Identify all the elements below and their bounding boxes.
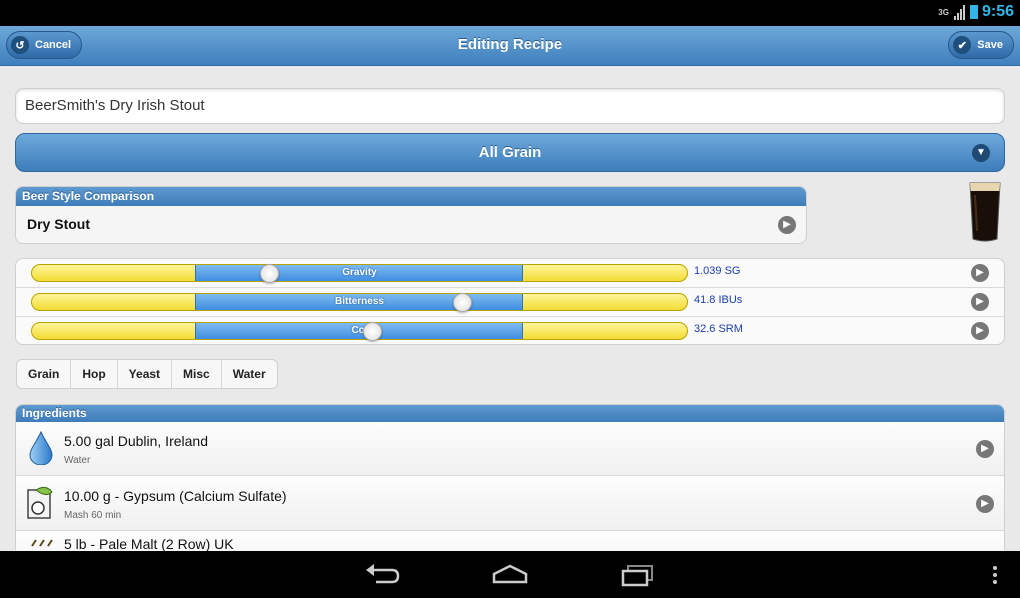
style-comparison-panel[interactable]: Beer Style Comparison Dry Stout ▶ [15,186,807,244]
water-drop-icon [29,431,53,465]
beer-glass-icon [969,182,1001,242]
tab-hop[interactable]: Hop [71,360,118,388]
ingredient-type-tabs: Grain Hop Yeast Misc Water [16,359,278,389]
stat-row-bitterness[interactable]: Bitterness 41.8 IBUs ▶ [16,288,1004,317]
overflow-menu-icon[interactable] [985,562,1005,588]
stat-label: Bitterness [335,296,384,307]
checkmark-icon: ✔ [953,36,972,54]
chevron-down-icon: ▼ [972,144,990,162]
action-bar: ↺ Cancel Editing Recipe ✔ Save [0,26,1020,66]
bitterness-marker [453,293,472,312]
ingredients-heading: Ingredients [16,405,1004,422]
recent-apps-icon[interactable] [618,562,658,588]
stat-row-color[interactable]: Col 32.6 SRM ▶ [16,317,1004,346]
status-clock: 9:56 [981,3,1014,20]
chevron-right-icon: ▶ [976,440,994,458]
battery-icon [969,5,978,19]
back-icon[interactable] [362,562,402,588]
chevron-right-icon: ▶ [976,495,994,513]
color-marker [363,322,382,341]
stat-value: 41.8 IBUs [694,294,743,306]
ingredient-detail: Mash 60 min [64,510,122,521]
ingredient-detail: Water [64,455,91,466]
stat-row-gravity[interactable]: Gravity 1.039 SG ▶ [16,259,1004,288]
chevron-right-icon: ▶ [971,322,989,340]
tab-yeast[interactable]: Yeast [118,360,173,388]
list-item[interactable]: 10.00 g - Gypsum (Calcium Sulfate) Mash … [16,477,1004,531]
save-button[interactable]: ✔ Save [948,31,1014,59]
color-bar: Col [31,322,688,340]
stat-label: Gravity [342,267,377,278]
chevron-right-icon: ▶ [971,293,989,311]
ingredient-name: 5 lb - Pale Malt (2 Row) UK [64,536,234,552]
stat-value: 32.6 SRM [694,323,743,335]
status-bar: 3G 9:56 [0,0,1020,26]
ingredient-name: 10.00 g - Gypsum (Calcium Sulfate) [64,488,287,504]
style-comparison-heading: Beer Style Comparison [16,187,806,206]
misc-additive-icon [27,486,53,519]
recipe-type-select[interactable]: All Grain ▼ [15,133,1005,172]
bitterness-bar: Bitterness [31,293,688,311]
ingredients-list: Ingredients 5.00 gal Dublin, Ireland Wat… [15,404,1005,554]
list-item[interactable]: 5.00 gal Dublin, Ireland Water ▶ [16,422,1004,476]
gravity-marker [260,264,279,283]
status-icons: 3G 9:56 [938,3,1014,21]
stat-label: Col [351,325,368,336]
page-title: Editing Recipe [457,36,563,53]
signal-icon [953,4,966,20]
system-nav-bar [0,551,1020,598]
tab-grain[interactable]: Grain [17,360,72,388]
recipe-stats-panel: Gravity 1.039 SG ▶ Bitterness 41.8 IBUs … [15,258,1005,345]
home-icon[interactable] [490,562,530,588]
gravity-bar: Gravity [31,264,688,282]
stat-value: 1.039 SG [694,265,741,277]
ingredient-name: 5.00 gal Dublin, Ireland [64,433,208,449]
tab-water[interactable]: Water [222,360,277,388]
style-name: Dry Stout [27,216,90,232]
save-label: Save [977,39,1003,51]
tab-misc[interactable]: Misc [172,360,222,388]
network-type: 3G [938,7,949,17]
chevron-right-icon: ▶ [971,264,989,282]
chevron-right-icon: ▶ [778,216,796,234]
recipe-name-input[interactable]: BeerSmith's Dry Irish Stout [15,88,1005,124]
recipe-type-value: All Grain [478,144,542,161]
